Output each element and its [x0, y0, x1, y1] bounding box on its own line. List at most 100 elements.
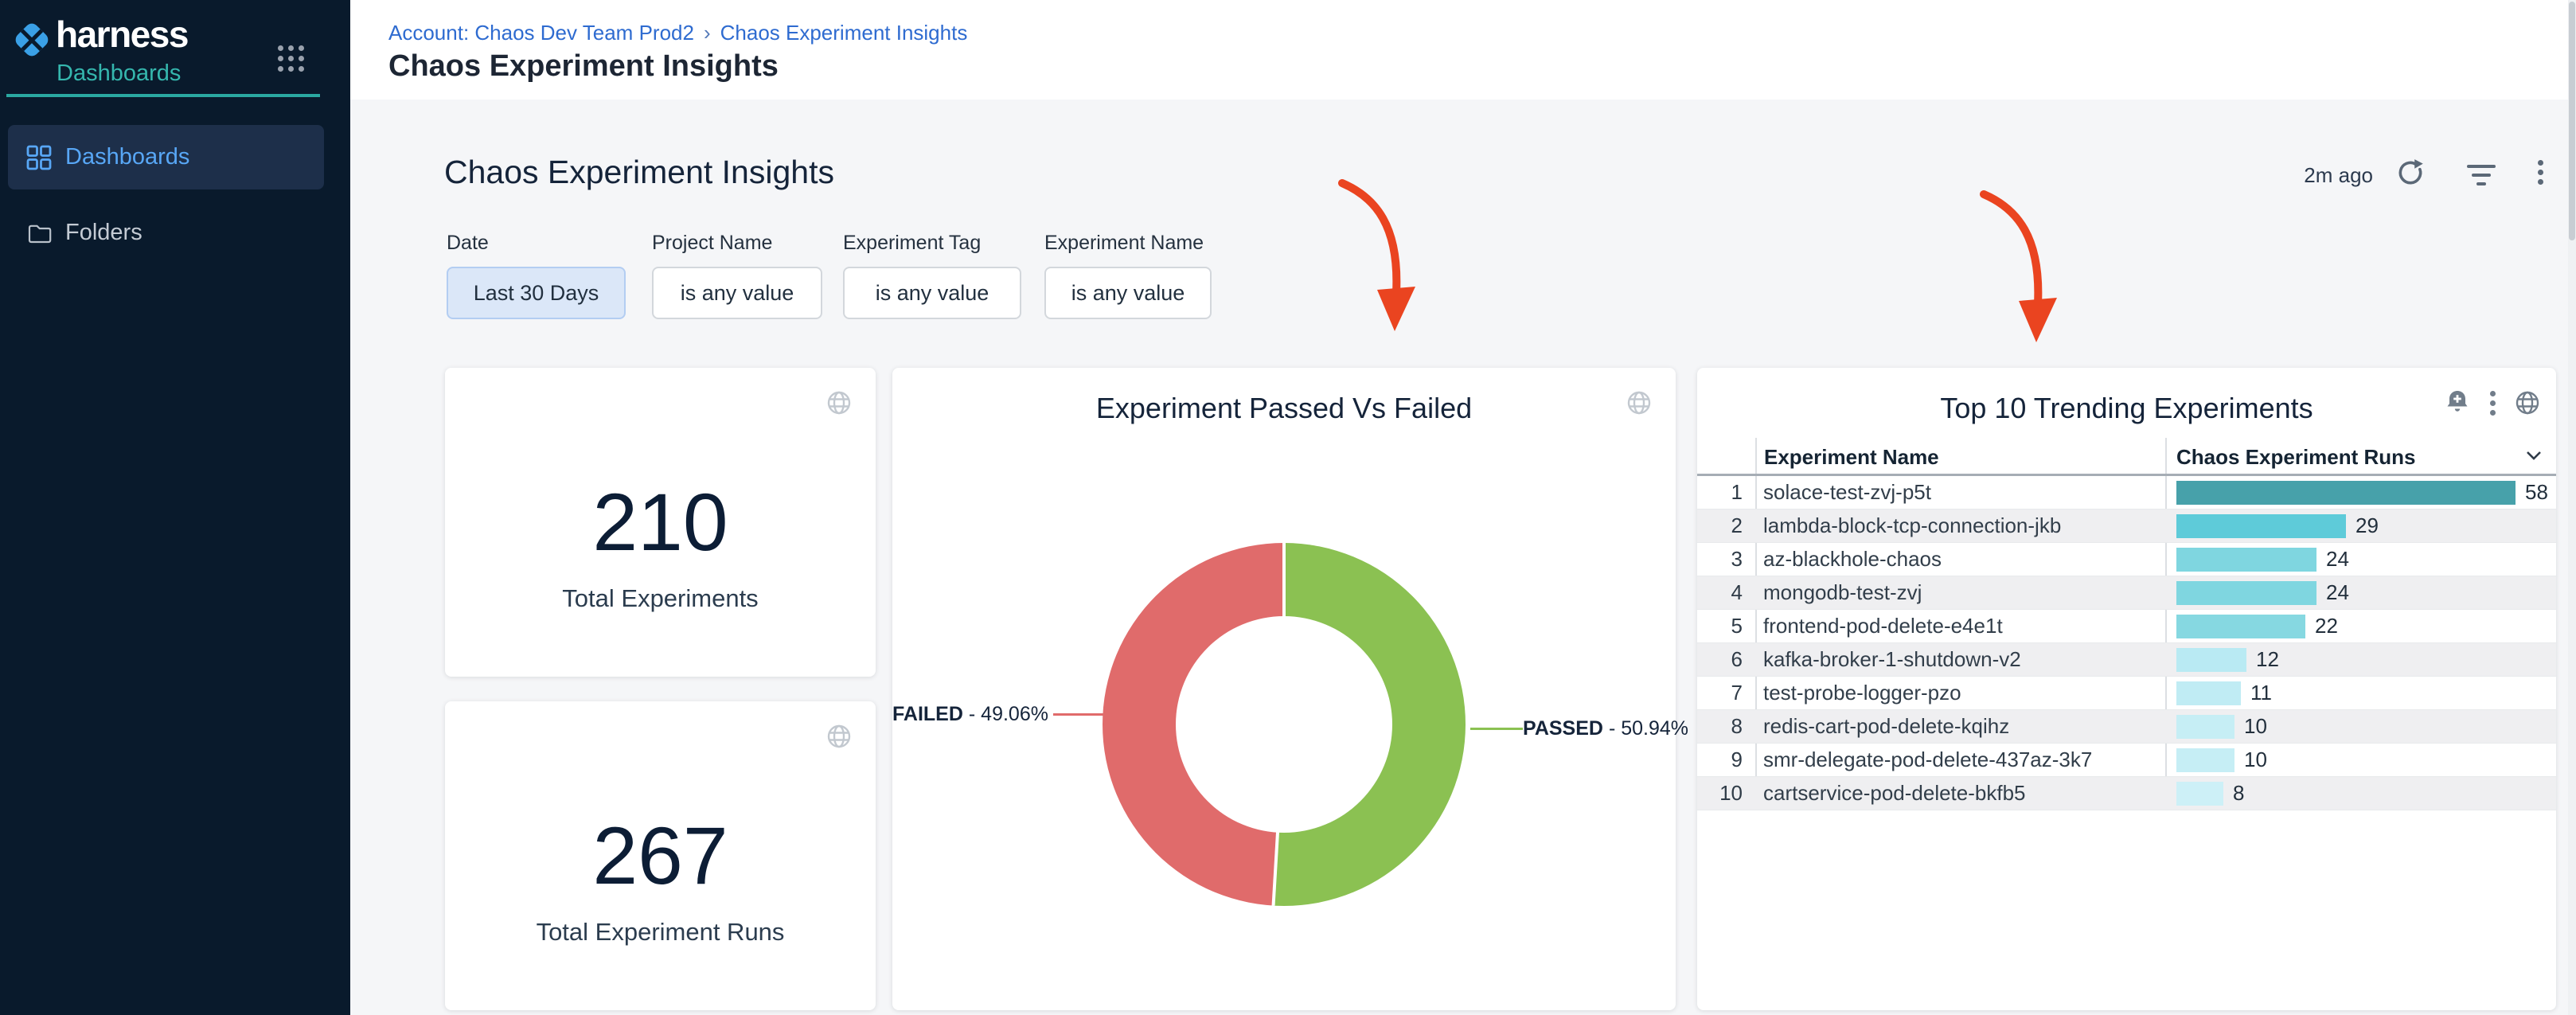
- filter-icon[interactable]: [2466, 165, 2496, 191]
- row-name: test-probe-logger-pzo: [1755, 681, 2165, 705]
- sidebar-item-dashboards[interactable]: Dashboards: [8, 125, 324, 189]
- column-header-experiment-name[interactable]: Experiment Name: [1764, 445, 1939, 470]
- row-bar-cell: 11: [2165, 681, 2272, 705]
- table-row[interactable]: 3 az-blackhole-chaos 24: [1697, 543, 2556, 576]
- table-row[interactable]: 2 lambda-block-tcp-connection-jkb 29: [1697, 509, 2556, 543]
- stat-value: 267: [445, 810, 876, 903]
- topbar: Account: Chaos Dev Team Prod2›Chaos Expe…: [350, 0, 2576, 100]
- app-switcher-icon[interactable]: [278, 45, 304, 72]
- stat-card-total-experiment-runs: 267 Total Experiment Runs: [445, 701, 876, 1010]
- row-bar[interactable]: [2176, 581, 2316, 605]
- stat-label: Total Experiment Runs: [445, 918, 876, 947]
- filter-date-button[interactable]: Last 30 Days: [447, 267, 626, 319]
- row-bar-cell: 10: [2165, 748, 2267, 772]
- row-value: 10: [2244, 748, 2267, 772]
- folder-icon: [25, 220, 53, 247]
- row-bar[interactable]: [2176, 715, 2234, 739]
- filter-label-experiment-name: Experiment Name: [1044, 232, 1204, 255]
- table-row[interactable]: 8 redis-cart-pod-delete-kqihz 10: [1697, 710, 2556, 744]
- table-row[interactable]: 6 kafka-broker-1-shutdown-v2 12: [1697, 643, 2556, 677]
- donut-label-failed: FAILED- 49.06%: [892, 703, 1044, 726]
- row-name: solace-test-zvj-p5t: [1755, 480, 2165, 505]
- table-row[interactable]: 10 cartservice-pod-delete-bkfb5 8: [1697, 777, 2556, 810]
- trending-table-body: 1 solace-test-zvj-p5t 58 2 lambda-block-…: [1697, 476, 2556, 810]
- sidebar-item-label: Dashboards: [65, 144, 189, 170]
- row-value: 24: [2326, 547, 2349, 572]
- passed-series-pct: - 50.94%: [1609, 717, 1688, 740]
- row-name: redis-cart-pod-delete-kqihz: [1755, 714, 2165, 739]
- refresh-icon[interactable]: [2396, 158, 2426, 192]
- row-name: smr-delegate-pod-delete-437az-3k7: [1755, 748, 2165, 772]
- table-card-title: Top 10 Trending Experiments: [1697, 392, 2556, 425]
- sidebar-item-folders[interactable]: Folders: [8, 201, 324, 265]
- donut-card-passed-vs-failed: Experiment Passed Vs Failed FAILED- 49.0…: [892, 368, 1676, 1010]
- row-name: frontend-pod-delete-e4e1t: [1755, 614, 2165, 638]
- breadcrumb-separator: ›: [694, 21, 720, 45]
- column-header-chaos-experiment-runs[interactable]: Chaos Experiment Runs: [2176, 445, 2416, 470]
- dashboard-more-menu-icon[interactable]: [2538, 160, 2543, 189]
- row-bar[interactable]: [2176, 681, 2241, 705]
- row-bar-cell: 58: [2165, 480, 2548, 505]
- row-bar-cell: 24: [2165, 547, 2349, 572]
- row-rank: 4: [1697, 580, 1755, 605]
- globe-icon[interactable]: [825, 722, 853, 755]
- table-row[interactable]: 7 test-probe-logger-pzo 11: [1697, 677, 2556, 710]
- row-value: 11: [2250, 681, 2272, 705]
- table-row[interactable]: 4 mongodb-test-zvj 24: [1697, 576, 2556, 610]
- harness-logo-diamond: [13, 21, 51, 59]
- row-bar[interactable]: [2176, 514, 2346, 538]
- breadcrumb-account-link[interactable]: Account: Chaos Dev Team Prod2: [388, 21, 694, 45]
- table-row[interactable]: 1 solace-test-zvj-p5t 58: [1697, 476, 2556, 509]
- row-name: kafka-broker-1-shutdown-v2: [1755, 647, 2165, 672]
- row-bar[interactable]: [2176, 548, 2316, 572]
- scrollbar-thumb[interactable]: [2569, 2, 2575, 240]
- row-rank: 2: [1697, 513, 1755, 538]
- alert-bell-icon[interactable]: [2444, 388, 2471, 420]
- row-rank: 7: [1697, 681, 1755, 705]
- logo-text[interactable]: harness: [56, 13, 188, 56]
- filter-experiment-name-button[interactable]: is any value: [1044, 267, 1212, 319]
- failed-series-name: FAILED: [892, 703, 963, 725]
- sidebar: harness Dashboards Dashboards Folders: [0, 0, 350, 1015]
- row-bar-cell: 8: [2165, 781, 2244, 806]
- filter-label-experiment-tag: Experiment Tag: [843, 232, 981, 255]
- row-bar[interactable]: [2176, 615, 2305, 638]
- globe-icon[interactable]: [1625, 388, 1653, 421]
- page-title: Chaos Experiment Insights: [388, 49, 779, 84]
- donut-chart[interactable]: [1103, 543, 1466, 906]
- row-bar-cell: 12: [2165, 647, 2279, 672]
- chevron-down-icon[interactable]: [2525, 450, 2543, 465]
- failed-series-pct: - 49.06%: [969, 703, 1048, 725]
- row-value: 22: [2315, 614, 2338, 638]
- row-rank: 8: [1697, 714, 1755, 739]
- row-bar[interactable]: [2176, 481, 2516, 505]
- row-bar[interactable]: [2176, 782, 2223, 806]
- donut-card-title: Experiment Passed Vs Failed: [892, 392, 1676, 425]
- tile-more-menu-icon[interactable]: [2490, 391, 2496, 420]
- passed-series-name: PASSED: [1523, 717, 1603, 740]
- row-bar[interactable]: [2176, 648, 2246, 672]
- accent-underline: [6, 94, 320, 97]
- row-bar[interactable]: [2176, 748, 2234, 772]
- row-bar-cell: 29: [2165, 513, 2379, 538]
- row-name: az-blackhole-chaos: [1755, 547, 2165, 572]
- breadcrumb-current-link[interactable]: Chaos Experiment Insights: [720, 21, 968, 45]
- failed-leader-line: [1053, 713, 1110, 716]
- globe-icon[interactable]: [2513, 388, 2542, 421]
- stat-value: 210: [445, 476, 876, 569]
- trending-experiments-card: Top 10 Trending Experiments Experiment N…: [1697, 368, 2556, 1010]
- table-row[interactable]: 5 frontend-pod-delete-e4e1t 22: [1697, 610, 2556, 643]
- filter-project-name-button[interactable]: is any value: [652, 267, 822, 319]
- globe-icon[interactable]: [825, 388, 853, 421]
- harness-logo-icon[interactable]: [13, 21, 51, 59]
- filter-label-date: Date: [447, 232, 489, 255]
- product-label: Dashboards: [57, 61, 181, 87]
- row-name: cartservice-pod-delete-bkfb5: [1755, 781, 2165, 806]
- filter-experiment-tag-button[interactable]: is any value: [843, 267, 1021, 319]
- row-name: lambda-block-tcp-connection-jkb: [1755, 513, 2165, 538]
- last-refreshed-text: 2m ago: [2281, 163, 2373, 188]
- passed-leader-line: [1470, 728, 1523, 730]
- breadcrumb: Account: Chaos Dev Team Prod2›Chaos Expe…: [388, 21, 967, 45]
- row-bar-cell: 10: [2165, 714, 2267, 739]
- table-row[interactable]: 9 smr-delegate-pod-delete-437az-3k7 10: [1697, 744, 2556, 777]
